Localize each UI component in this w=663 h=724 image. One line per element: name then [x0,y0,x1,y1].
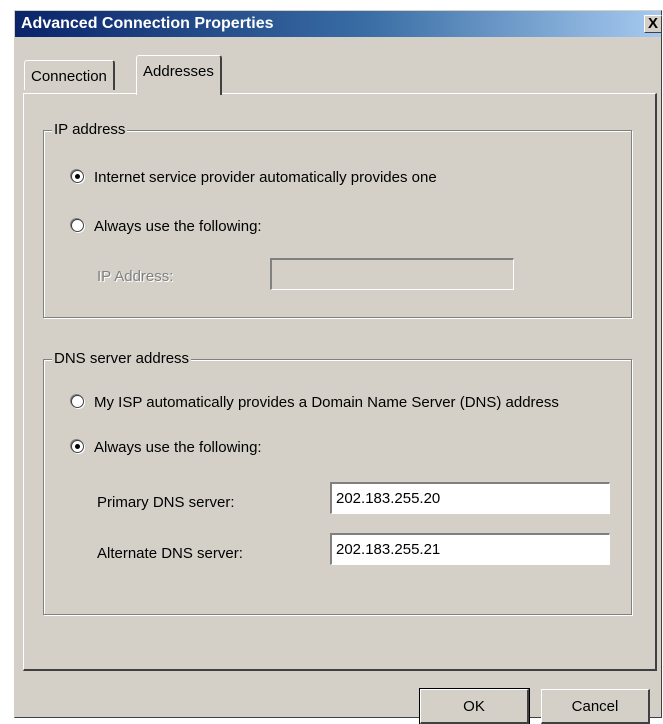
dns-auto-option[interactable]: My ISP automatically provides a Domain N… [71,394,559,411]
ip-address-group: IP address Internet service provider aut… [43,121,632,318]
dns-manual-radio[interactable] [71,440,84,453]
ip-address-group-label: IP address [52,121,128,138]
addresses-tab-panel: IP address Internet service provider aut… [23,93,657,671]
dns-auto-radio[interactable] [71,395,84,408]
close-button[interactable]: X [644,15,662,33]
tab-connection[interactable]: Connection [24,60,115,90]
tab-connection-label: Connection [31,68,107,85]
dns-manual-label: Always use the following: [94,439,262,456]
ok-button[interactable]: OK [419,688,530,724]
dialog-window: Advanced Connection Properties X Connect… [14,10,662,724]
title-bar[interactable]: Advanced Connection Properties X [15,11,662,37]
close-icon: X [647,15,658,32]
primary-dns-input[interactable] [330,482,610,514]
window-title: Advanced Connection Properties [21,15,274,32]
cancel-button[interactable]: Cancel [541,689,650,724]
ip-auto-option[interactable]: Internet service provider automatically … [71,169,437,186]
alternate-dns-input[interactable] [330,533,610,565]
ip-auto-radio[interactable] [71,170,84,183]
radio-selected-dot [75,174,80,179]
tab-addresses[interactable]: Addresses [136,55,222,95]
alternate-dns-label: Alternate DNS server: [97,545,243,562]
ip-manual-label: Always use the following: [94,218,262,235]
ip-address-input[interactable] [270,258,514,290]
dns-manual-option[interactable]: Always use the following: [71,439,262,456]
ip-manual-radio[interactable] [71,219,84,232]
ip-manual-option[interactable]: Always use the following: [71,218,262,235]
primary-dns-label: Primary DNS server: [97,494,235,511]
dns-server-group-label: DNS server address [52,350,192,367]
tab-addresses-label: Addresses [143,63,214,80]
ip-auto-label: Internet service provider automatically … [94,169,437,186]
dns-server-group: DNS server address My ISP automatically … [43,350,632,615]
dns-auto-label: My ISP automatically provides a Domain N… [94,394,559,411]
radio-selected-dot [75,444,80,449]
ip-address-field-label: IP Address: [97,268,174,285]
